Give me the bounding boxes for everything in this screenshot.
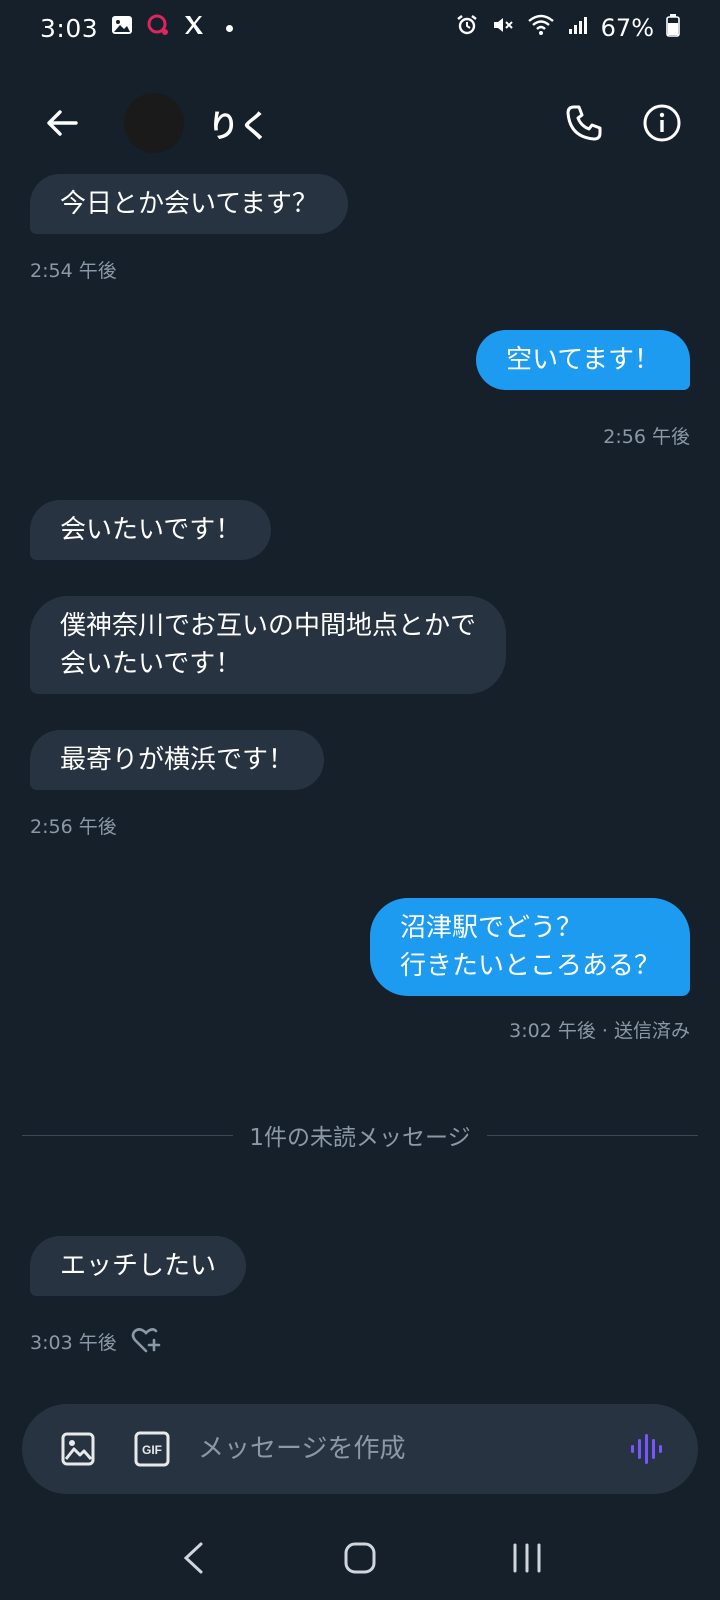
status-bar: 3:03 67% xyxy=(0,0,720,56)
message-sent[interactable]: 沼津駅でどう？ 行きたいところある？ xyxy=(369,898,690,996)
message-timestamp: 2:56 午後 xyxy=(30,816,117,838)
message-sent[interactable]: 空いてます！ xyxy=(476,330,690,390)
system-navigation-bar xyxy=(0,1516,720,1600)
gif-icon-label: GIF xyxy=(142,1443,162,1457)
voice-waveform-icon xyxy=(631,1434,662,1464)
message-list[interactable]: 今日とか会いてます？ 2:54 午後 空いてます！ 2:56 午後 会いたいです… xyxy=(0,170,720,1390)
info-icon xyxy=(643,104,681,142)
nav-back-button[interactable] xyxy=(163,1533,223,1583)
back-arrow-icon xyxy=(47,110,78,136)
divider-line xyxy=(22,1134,234,1136)
message-received[interactable]: 最寄りが横浜です！ xyxy=(30,730,325,790)
voice-message-button[interactable] xyxy=(624,1427,668,1471)
message-input[interactable] xyxy=(198,1434,624,1464)
dm-conversation-screen: 3:03 67% りく 今日とか会いてます？ 2:54 午後 空いてます！ 2:… xyxy=(0,0,720,1600)
message-composer: GIF xyxy=(22,1404,698,1494)
divider-line xyxy=(486,1134,698,1136)
avatar[interactable] xyxy=(124,93,184,153)
message-timestamp: 3:03 午後 xyxy=(30,1332,117,1354)
image-icon xyxy=(61,1432,95,1466)
call-button[interactable] xyxy=(562,101,606,145)
app-notification-icon xyxy=(146,13,170,43)
message-received[interactable]: 僕神奈川でお互いの中間地点とかで 会いたいです！ xyxy=(30,596,507,694)
back-button[interactable] xyxy=(36,97,88,149)
battery-percent: 67% xyxy=(600,14,654,42)
alarm-icon xyxy=(455,13,479,43)
nav-recents-icon xyxy=(513,1543,541,1573)
message-timestamp: 2:56 午後 xyxy=(603,426,690,448)
contact-name[interactable]: りく xyxy=(208,101,270,146)
message-timestamp: 2:54 午後 xyxy=(30,260,117,282)
more-notifications-dot xyxy=(226,24,234,32)
add-gif-button[interactable]: GIF xyxy=(132,1429,172,1469)
status-time: 3:03 xyxy=(40,13,99,43)
unread-count-label: 1件の未読メッセージ xyxy=(249,1125,471,1151)
conversation-info-button[interactable] xyxy=(640,101,684,145)
message-received[interactable]: 会いたいです！ xyxy=(30,500,272,560)
wifi-icon xyxy=(527,13,555,43)
nav-back-icon xyxy=(184,1542,203,1574)
message-received[interactable]: エッチしたい xyxy=(30,1236,247,1296)
heart-plus-icon xyxy=(131,1328,161,1353)
message-received[interactable]: 今日とか会いてます？ xyxy=(30,174,348,234)
signal-icon xyxy=(567,14,589,42)
nav-home-button[interactable] xyxy=(330,1533,390,1583)
conversation-header: りく xyxy=(0,78,720,168)
add-image-button[interactable] xyxy=(58,1429,98,1469)
message-timestamp: 3:02 午後 · 送信済み xyxy=(509,1020,690,1042)
status-left: 3:03 xyxy=(40,13,234,43)
mute-icon xyxy=(491,13,515,43)
phone-icon xyxy=(566,105,602,141)
nav-recents-button[interactable] xyxy=(497,1533,557,1583)
gif-icon: GIF xyxy=(134,1431,170,1467)
x-logo-icon xyxy=(182,13,206,43)
gallery-notification-icon xyxy=(110,13,134,43)
nav-home-icon xyxy=(344,1542,376,1574)
header-actions xyxy=(562,101,684,145)
battery-icon xyxy=(666,13,680,43)
status-right: 67% xyxy=(455,13,680,43)
unread-divider: 1件の未読メッセージ xyxy=(22,1118,698,1152)
add-reaction-button[interactable] xyxy=(130,1324,162,1356)
